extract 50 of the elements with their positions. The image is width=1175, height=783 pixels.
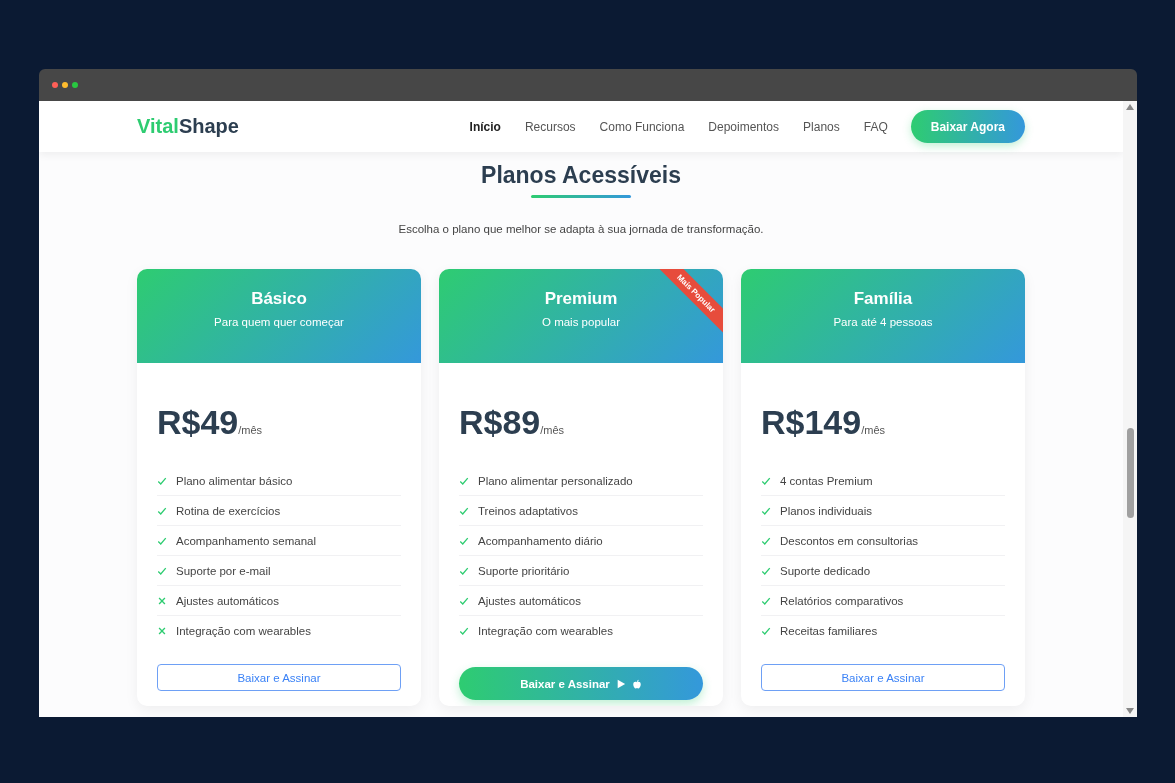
feature-text: Acompanhamento diário (478, 534, 603, 547)
scroll-up-icon[interactable] (1126, 104, 1134, 110)
plan-name: Básico (251, 289, 307, 309)
subscribe-button[interactable]: Baixar e Assinar (761, 664, 1005, 691)
price-period: /mês (540, 424, 565, 436)
feature-text: Integração com wearables (176, 624, 311, 637)
feature-text: Ajustes automáticos (176, 594, 279, 607)
price-period: /mês (238, 424, 263, 436)
plan-name: Família (853, 289, 913, 309)
price: R$49 (157, 403, 239, 442)
feature-text: 4 contas Premium (780, 474, 873, 487)
feature-text: Integração com wearables (478, 624, 613, 637)
feature-text: Suporte prioritário (478, 564, 570, 577)
feature-text: Treinos adaptativos (478, 504, 578, 517)
scroll-thumb[interactable] (1126, 428, 1134, 518)
apple-icon (631, 678, 642, 689)
plan-tagline: O mais popular (542, 316, 620, 328)
feature-text: Planos individuais (780, 504, 873, 517)
feature-text: Relatórios comparativos (780, 594, 904, 607)
feature-text: Receitas familiares (780, 624, 878, 637)
feature-text: Suporte dedicado (780, 564, 871, 577)
nav-link[interactable]: FAQ (863, 119, 888, 134)
feature-text: Suporte por e-mail (176, 564, 271, 577)
nav-link[interactable]: Início (469, 119, 501, 134)
nav-link[interactable]: Planos (803, 119, 840, 134)
nav-link[interactable]: Como Funciona (599, 119, 685, 134)
section-subtitle: Escolha o plano que melhor se adapta à sua jornada de transformação. (398, 223, 764, 235)
close-dot-icon[interactable] (52, 82, 58, 88)
feature-text: Descontos em consultorias (780, 534, 919, 547)
logo[interactable]: VitalShape (137, 115, 239, 138)
plan-name: Premium (544, 289, 618, 309)
nav-link[interactable]: Recursos (524, 119, 576, 134)
section-title: Planos Acessíveis (481, 162, 681, 189)
feature-text: Plano alimentar personalizado (478, 474, 633, 487)
feature-text: Ajustes automáticos (478, 594, 581, 607)
maximize-dot-icon[interactable] (72, 82, 78, 88)
subscribe-button[interactable]: Baixar e Assinar (157, 664, 401, 691)
price-period: /mês (861, 424, 886, 436)
plan-tagline: Para até 4 pessoas (833, 316, 933, 328)
price: R$149 (761, 403, 862, 442)
feature-text: Acompanhamento semanal (176, 534, 316, 547)
price: R$89 (459, 403, 541, 442)
scrollbar[interactable] (1123, 101, 1137, 717)
plan-tagline: Para quem quer começar (214, 316, 344, 328)
feature-text: Rotina de exercícios (176, 504, 281, 517)
nav-link[interactable]: Depoimentos (708, 119, 780, 134)
minimize-dot-icon[interactable] (62, 82, 68, 88)
play-icon (615, 678, 626, 689)
feature-text: Plano alimentar básico (176, 474, 293, 487)
scroll-down-icon[interactable] (1126, 708, 1134, 714)
